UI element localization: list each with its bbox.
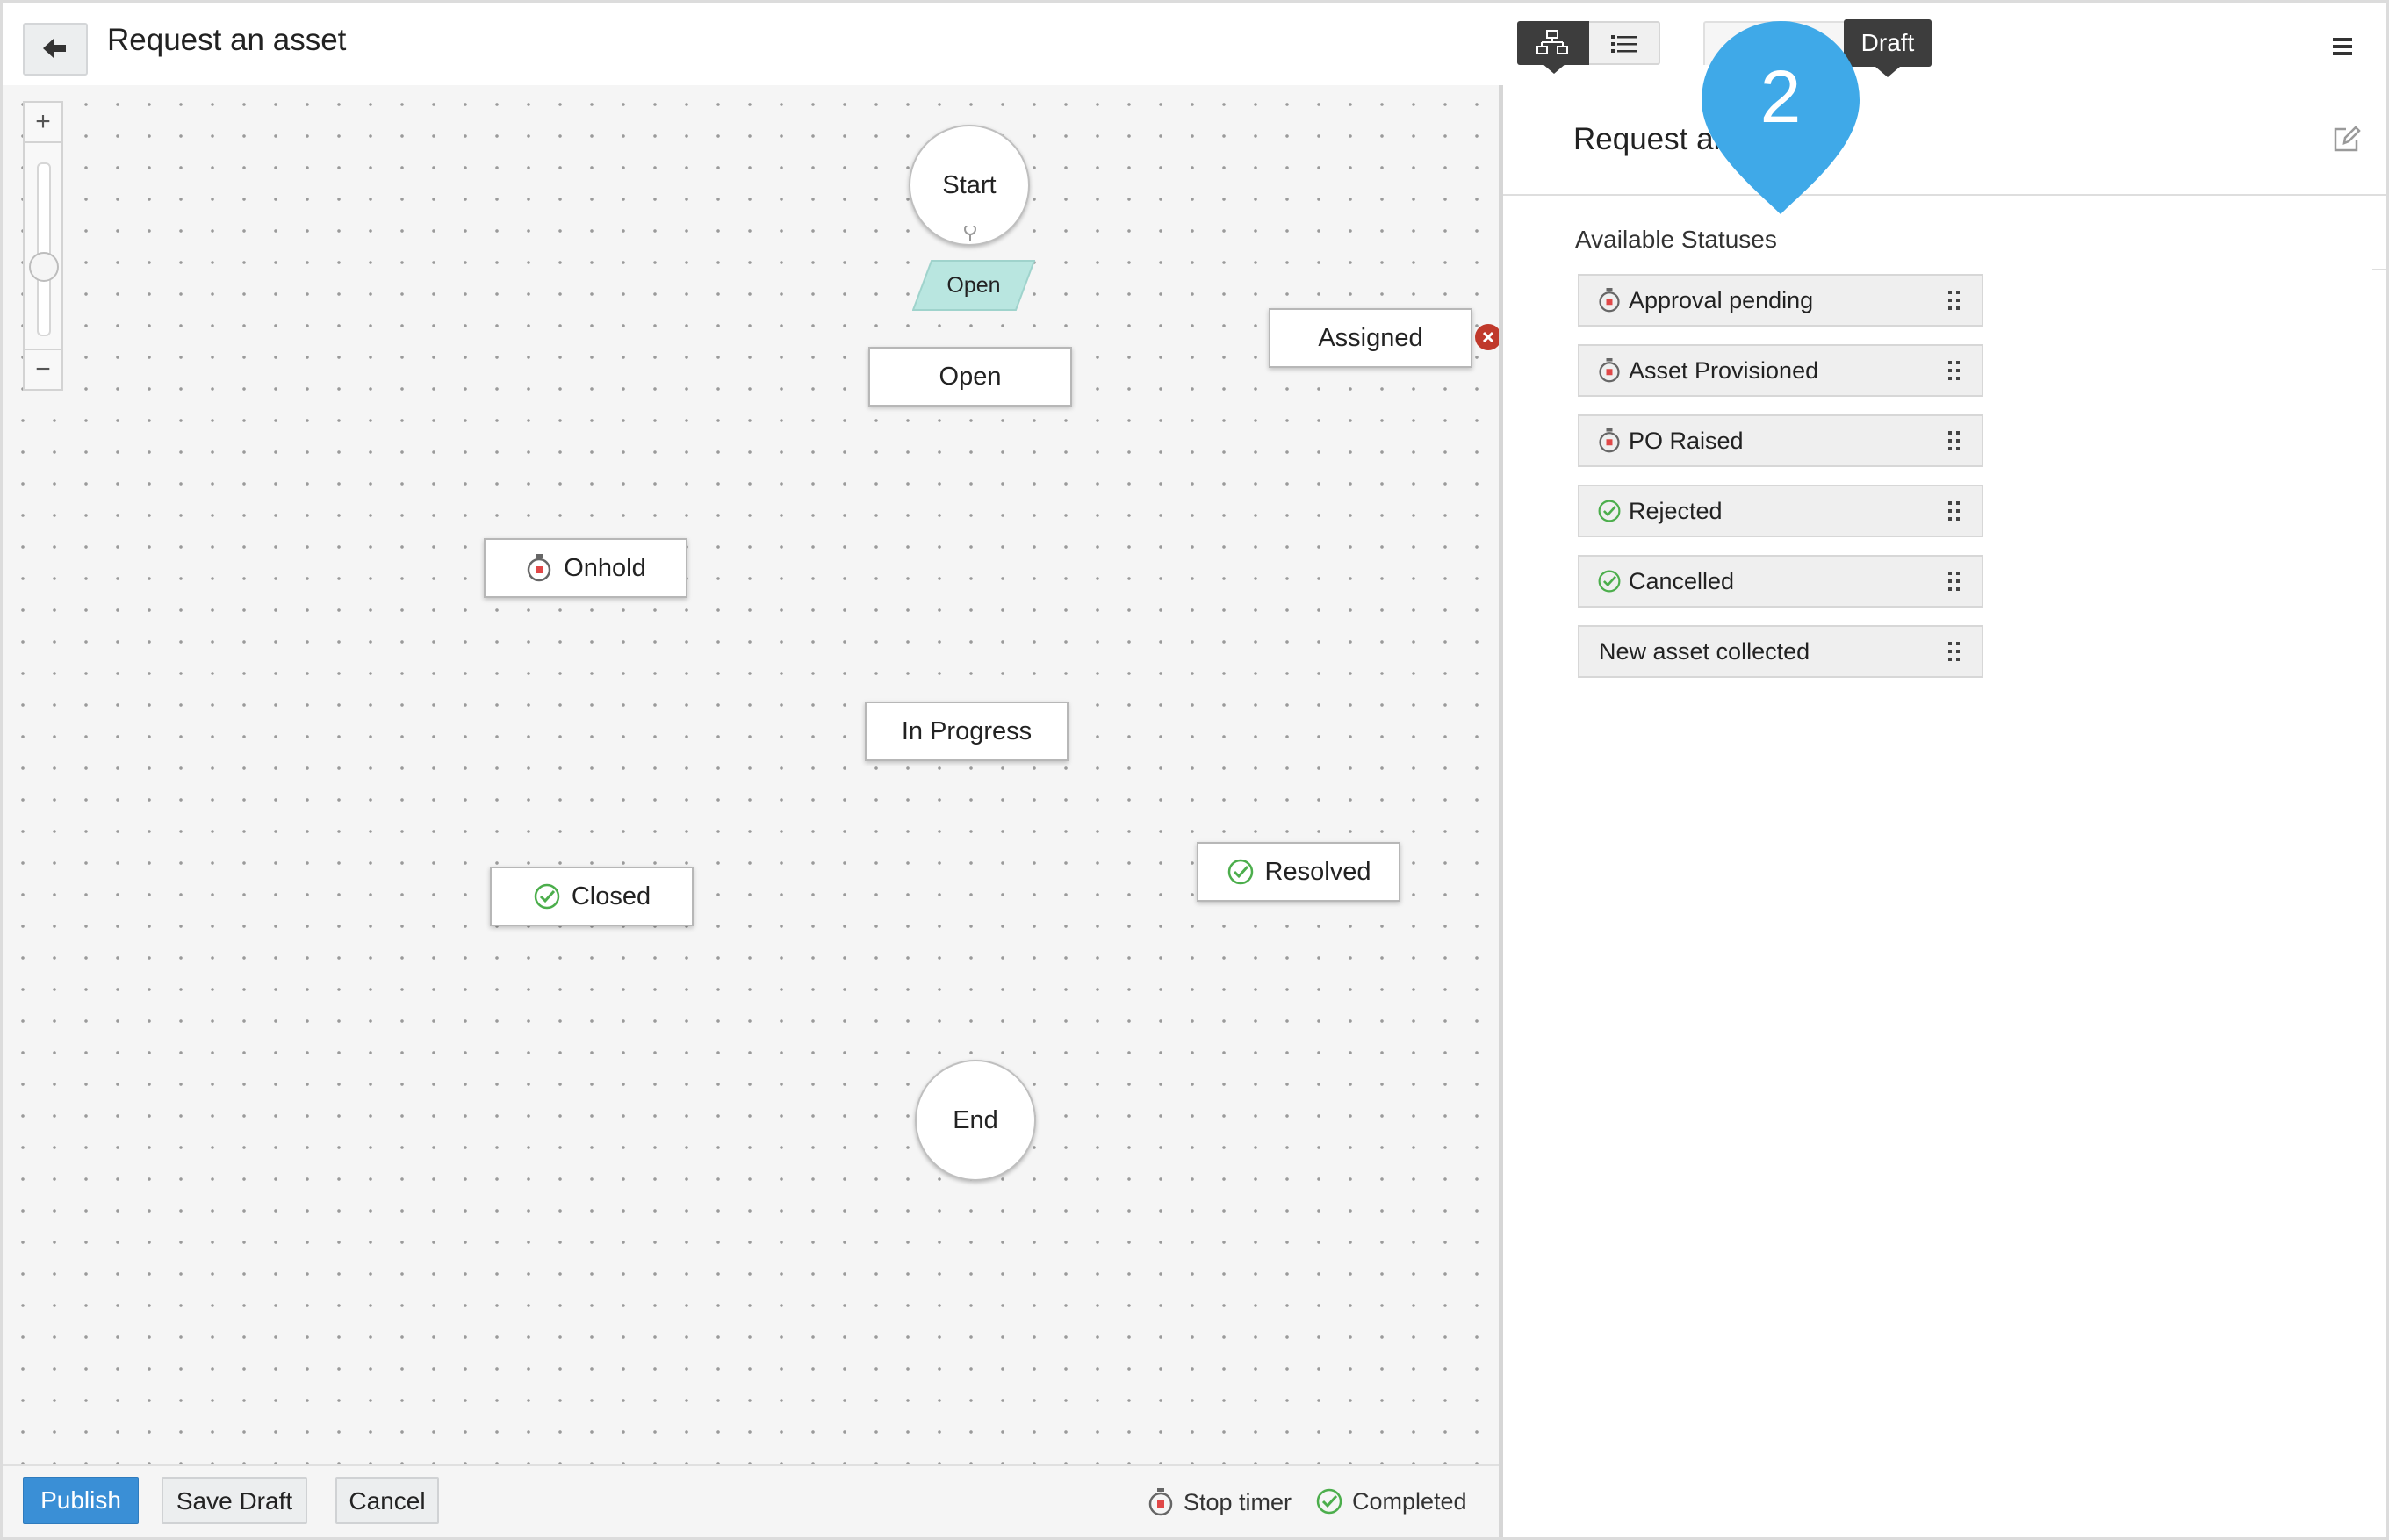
list-view-button[interactable]	[1589, 21, 1660, 65]
menu-button[interactable]	[2328, 33, 2360, 60]
status-node-open[interactable]: Open	[868, 347, 1072, 407]
status-label: New asset collected	[1599, 637, 1810, 665]
legend-label: Completed	[1352, 1487, 1467, 1515]
status-item-new-asset-collected[interactable]: New asset collected	[1578, 625, 1983, 678]
status-node-onhold[interactable]: Onhold	[484, 538, 687, 598]
zoom-out-button[interactable]: −	[25, 349, 61, 389]
list-icon	[1611, 35, 1637, 53]
footer-bar: Publish Save Draft Cancel Stop timer Com…	[0, 1464, 1499, 1540]
stopwatch-icon	[527, 554, 551, 582]
status-node-assigned[interactable]: Assigned	[1269, 308, 1472, 368]
end-node[interactable]: End	[915, 1060, 1036, 1181]
node-label: Open	[939, 362, 1002, 391]
tutorial-step-marker: 2	[1696, 16, 1872, 218]
header-bar: Request an asset Draft	[0, 0, 2389, 87]
legend-label: Stop timer	[1184, 1488, 1292, 1515]
flowchart-view-button[interactable]	[1517, 21, 1589, 74]
status-label: Approval pending	[1629, 286, 1814, 313]
zoom-in-button[interactable]: +	[25, 103, 61, 143]
section-divider	[2372, 269, 2389, 270]
stopwatch-icon	[1599, 358, 1620, 383]
close-icon	[1482, 331, 1494, 343]
stopwatch-icon	[1599, 288, 1620, 313]
status-node-closed[interactable]: Closed	[490, 867, 694, 926]
drag-handle-icon[interactable]	[1948, 291, 1962, 310]
page-title: Request an asset	[107, 23, 347, 57]
status-node-in-progress[interactable]: In Progress	[865, 702, 1069, 761]
zoom-slider-track[interactable]	[37, 162, 51, 336]
status-item-asset-provisioned[interactable]: Asset Provisioned	[1578, 344, 1983, 397]
status-item-rejected[interactable]: Rejected	[1578, 485, 1983, 537]
flowchart-icon	[1536, 30, 1568, 54]
panel-divider	[1503, 194, 2389, 196]
hamburger-menu-icon	[2333, 38, 2352, 41]
transition-label: Open	[946, 273, 1001, 298]
transition-open[interactable]: Open	[912, 260, 1035, 311]
drag-handle-icon[interactable]	[1948, 431, 1962, 450]
node-label: Closed	[571, 882, 651, 910]
zoom-control: + −	[23, 101, 63, 391]
stopwatch-icon	[1148, 1488, 1173, 1516]
properties-panel: Request an asset Available Statuses Appr…	[1499, 85, 2389, 1540]
drag-handle-icon[interactable]	[1948, 501, 1962, 521]
status-node-resolved[interactable]: Resolved	[1197, 842, 1400, 902]
section-title: Available Statuses	[1575, 226, 1777, 253]
check-circle-icon	[1598, 570, 1621, 593]
edit-button[interactable]	[2332, 124, 2362, 154]
node-label: Onhold	[564, 553, 646, 582]
arrow-left-icon	[43, 39, 66, 58]
node-label: In Progress	[901, 716, 1033, 745]
check-circle-icon	[1598, 500, 1621, 522]
check-circle-icon	[534, 883, 560, 910]
workflow-editor: Request an asset Draft + − Start Open Op…	[0, 0, 2389, 1540]
step-number: 2	[1759, 55, 1802, 138]
publish-button[interactable]: Publish	[23, 1477, 139, 1524]
status-item-approval-pending[interactable]: Approval pending	[1578, 274, 1983, 327]
drag-handle-icon[interactable]	[1948, 572, 1962, 591]
node-label: Resolved	[1264, 857, 1371, 886]
status-label: PO Raised	[1629, 427, 1744, 454]
active-view-caret	[1542, 63, 1566, 74]
status-label: Rejected	[1629, 497, 1723, 524]
drag-handle-icon[interactable]	[1948, 361, 1962, 380]
cancel-button[interactable]: Cancel	[335, 1477, 439, 1524]
badge-caret	[1875, 67, 1900, 77]
legend-stop-timer: Stop timer	[1147, 1487, 1292, 1517]
zoom-slider-handle[interactable]	[29, 252, 59, 282]
legend-completed: Completed	[1315, 1487, 1467, 1515]
stopwatch-icon	[1599, 428, 1620, 453]
save-draft-button[interactable]: Save Draft	[162, 1477, 307, 1524]
status-item-po-raised[interactable]: PO Raised	[1578, 414, 1983, 467]
status-item-cancelled[interactable]: Cancelled	[1578, 555, 1983, 608]
drag-handle-icon[interactable]	[1948, 642, 1962, 661]
view-toggle	[1517, 21, 1660, 74]
delete-node-button[interactable]	[1475, 324, 1499, 350]
edit-icon	[2334, 126, 2361, 152]
node-label: Assigned	[1318, 323, 1423, 352]
status-label: Cancelled	[1629, 567, 1735, 594]
back-button[interactable]	[23, 23, 88, 76]
check-circle-icon	[1316, 1488, 1342, 1515]
status-label: Asset Provisioned	[1629, 356, 1819, 384]
workflow-canvas[interactable]: + − Start Open Open Assigned Onhold In P…	[0, 85, 1499, 1464]
check-circle-icon	[1227, 859, 1253, 885]
